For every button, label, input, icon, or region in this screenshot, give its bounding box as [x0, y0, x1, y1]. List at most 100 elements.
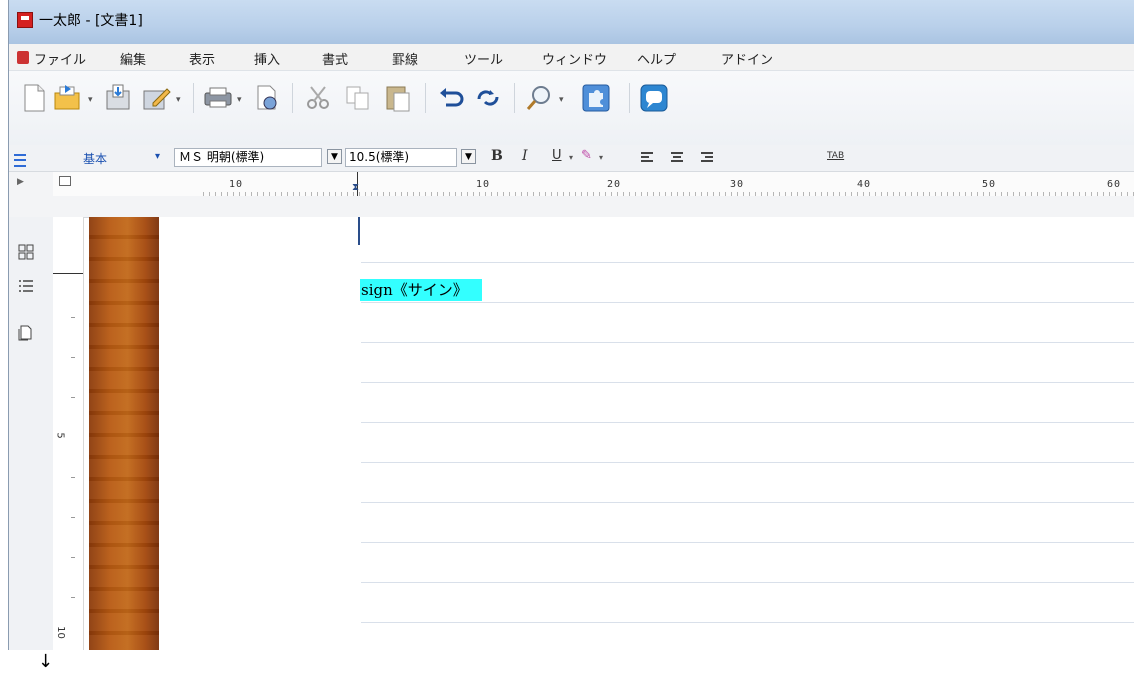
page-view-icon[interactable] — [17, 323, 35, 341]
open-icon[interactable] — [51, 81, 85, 115]
toolbar-separator — [514, 83, 515, 113]
toolbar-separator — [292, 83, 293, 113]
menu-ruled-line[interactable]: 罫線 — [392, 49, 418, 68]
bold-button[interactable]: B — [491, 148, 503, 164]
menu-window[interactable]: ウィンドウ — [542, 49, 607, 68]
vertical-ruler[interactable]: 5 10 — [53, 217, 84, 650]
vertical-ruler-marker — [53, 273, 83, 274]
underline-button[interactable]: U — [552, 148, 562, 163]
application-window: 一太郎 - [文書1] ファイル 編集 表示 挿入 書式 罫線 ツール ウィンド… — [8, 0, 1134, 650]
desk-background — [89, 217, 159, 650]
highlight-pen-icon[interactable]: ✎ — [581, 148, 592, 163]
menu-addin[interactable]: アドイン — [721, 49, 773, 68]
ruler-tick — [71, 317, 75, 318]
ruler-label: 20 — [607, 179, 622, 190]
document-text[interactable]: sign《サイン》 — [360, 279, 482, 301]
ruler-ticks — [203, 192, 1134, 196]
edit-dropdown-icon[interactable]: ▾ — [176, 95, 181, 105]
style-dropdown-icon[interactable]: ▾ — [155, 151, 160, 162]
search-icon[interactable] — [522, 81, 556, 115]
paste-icon[interactable] — [381, 81, 415, 115]
ruler-label: 50 — [982, 179, 997, 190]
paragraph-style-selector[interactable]: 基本 ▾ — [9, 148, 169, 168]
indent-handle-icon[interactable]: ⧗ — [352, 182, 359, 193]
ruled-line — [361, 342, 1134, 343]
menu-tools[interactable]: ツール — [464, 49, 503, 68]
style-lines-icon — [14, 154, 26, 167]
redo-icon[interactable] — [471, 81, 505, 115]
view-sidebar — [9, 217, 54, 650]
menu-file[interactable]: ファイル — [34, 49, 86, 68]
document-page[interactable]: sign《サイン》 — [159, 217, 1134, 650]
format-toolbar: 基本 ▾ ＭＳ 明朝(標準) ▼ 10.5(標準) ▼ B I U ▾ ✎ ▾ … — [9, 145, 1134, 172]
outline-view-icon[interactable] — [17, 277, 35, 295]
search-dropdown-icon[interactable]: ▾ — [559, 95, 564, 105]
ruled-line — [361, 462, 1134, 463]
open-dropdown-icon[interactable]: ▾ — [88, 95, 93, 105]
menu-bar: ファイル 編集 表示 挿入 書式 罫線 ツール ウィンドウ ヘルプ アドイン — [9, 44, 1134, 71]
window-title: 一太郎 - [文書1] — [39, 13, 143, 29]
app-icon[interactable] — [17, 12, 33, 28]
menu-edit[interactable]: 編集 — [120, 49, 146, 68]
ruler-label: 40 — [857, 179, 872, 190]
underline-dropdown-icon[interactable]: ▾ — [569, 153, 573, 162]
ruler-strip: 10 10 20 30 40 50 60 ⧗ — [53, 172, 1134, 196]
ruler-tick — [71, 357, 75, 358]
toolbar-separator — [629, 83, 630, 113]
print-icon[interactable] — [201, 81, 235, 115]
ruler-tick — [71, 397, 75, 398]
ruled-line — [361, 262, 1134, 263]
ruled-line — [361, 542, 1134, 543]
title-bar[interactable]: 一太郎 - [文書1] — [9, 0, 1134, 44]
menu-format[interactable]: 書式 — [322, 49, 348, 68]
save-icon[interactable] — [101, 81, 135, 115]
vertical-ruler-label: 10 — [54, 626, 66, 639]
tab-stop-selector-icon[interactable] — [59, 176, 71, 186]
menu-insert[interactable]: 挿入 — [254, 49, 280, 68]
font-name-field[interactable]: ＭＳ 明朝(標準) — [174, 148, 322, 167]
tab-button[interactable]: TAB — [827, 151, 844, 161]
puzzle-icon[interactable] — [579, 81, 613, 115]
paragraph-style-label: 基本 — [83, 152, 108, 166]
font-size-dropdown-icon[interactable]: ▼ — [461, 149, 476, 164]
font-size-field[interactable]: 10.5(標準) — [345, 148, 457, 167]
ruler-toggle-icon[interactable]: ▶ — [17, 177, 24, 187]
ruled-line — [361, 622, 1134, 623]
ruled-line — [361, 502, 1134, 503]
align-right-icon[interactable] — [701, 152, 713, 163]
toolbar-separator — [425, 83, 426, 113]
thumbnail-view-icon[interactable] — [17, 243, 35, 261]
ruler-label: 10 — [229, 179, 244, 190]
ruler-tick — [71, 477, 75, 478]
ruler-label: 10 — [476, 179, 491, 190]
align-left-icon[interactable] — [641, 152, 653, 163]
highlight-dropdown-icon[interactable]: ▾ — [599, 153, 603, 162]
ruler-tick — [71, 517, 75, 518]
align-center-icon[interactable] — [671, 152, 683, 163]
font-name-dropdown-icon[interactable]: ▼ — [327, 149, 342, 164]
ruler-tick — [71, 597, 75, 598]
menu-view[interactable]: 表示 — [189, 49, 215, 68]
ruled-line — [361, 422, 1134, 423]
ruled-line — [361, 582, 1134, 583]
horizontal-ruler[interactable]: ▶ 10 10 20 30 40 50 60 ⧗ — [9, 172, 1134, 218]
cut-icon[interactable] — [301, 81, 335, 115]
ruler-label: 30 — [730, 179, 745, 190]
copy-icon[interactable] — [341, 81, 375, 115]
standard-toolbar: ▾ ▾ ▾ ▾ — [9, 71, 1134, 145]
help-icon[interactable] — [637, 81, 671, 115]
menu-help[interactable]: ヘルプ — [637, 49, 676, 68]
italic-button[interactable]: I — [522, 148, 528, 164]
print-dropdown-icon[interactable]: ▾ — [237, 95, 242, 105]
margin-guide — [358, 217, 360, 245]
ruled-line — [361, 382, 1134, 383]
ruler-label: 60 — [1107, 179, 1122, 190]
down-arrow-icon: ↓ — [38, 651, 54, 672]
ruled-line — [361, 302, 1134, 303]
vertical-ruler-label: 5 — [54, 432, 66, 439]
undo-icon[interactable] — [434, 81, 468, 115]
document-menu-icon[interactable] — [17, 51, 29, 64]
new-document-icon[interactable] — [17, 81, 51, 115]
print-preview-icon[interactable] — [249, 81, 283, 115]
edit-icon[interactable] — [139, 81, 173, 115]
